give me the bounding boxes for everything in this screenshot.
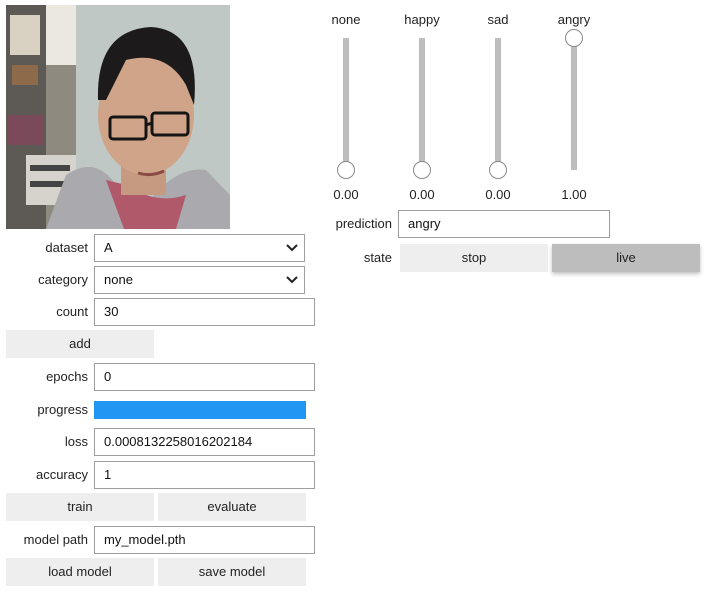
slider-angry-value: 1.00 xyxy=(561,187,587,202)
accuracy-label: accuracy xyxy=(35,467,88,482)
slider-none-thumb[interactable] xyxy=(337,161,355,179)
loss-label: loss xyxy=(64,434,88,449)
slider-sad-value: 0.00 xyxy=(485,187,511,202)
progress-bar xyxy=(94,401,306,419)
slider-happy-value: 0.00 xyxy=(409,187,435,202)
model-path-input[interactable]: my_model.pth xyxy=(94,526,315,554)
chevron-down-icon xyxy=(286,244,298,252)
slider-angry: angry 1.00 xyxy=(544,10,604,210)
accuracy-value: 1 xyxy=(104,467,112,482)
chevron-down-icon xyxy=(286,276,298,284)
load-model-button[interactable]: load model xyxy=(6,558,154,586)
state-label: state xyxy=(363,250,392,265)
slider-sad-label: sad xyxy=(487,12,509,27)
progress-label: progress xyxy=(37,402,88,417)
slider-happy-label: happy xyxy=(404,12,440,27)
dataset-row: dataset A xyxy=(6,234,306,262)
prediction-input[interactable]: angry xyxy=(398,210,610,238)
category-value: none xyxy=(104,272,133,287)
save-model-button[interactable]: save model xyxy=(158,558,306,586)
slider-happy-track[interactable] xyxy=(419,38,425,170)
slider-none-label: none xyxy=(331,12,361,27)
count-label: count xyxy=(56,304,88,319)
loss-value: 0.0008132258016202184 xyxy=(104,434,253,449)
progress-row: progress xyxy=(6,396,306,424)
camera-image xyxy=(6,5,230,229)
count-row: count 30 xyxy=(6,298,315,326)
slider-angry-thumb[interactable] xyxy=(565,29,583,47)
model-path-label: model path xyxy=(23,532,88,547)
count-input[interactable]: 30 xyxy=(94,298,315,326)
train-button[interactable]: train xyxy=(6,493,154,521)
loss-row: loss 0.0008132258016202184 xyxy=(6,428,315,456)
category-row: category none xyxy=(6,266,306,294)
category-label: category xyxy=(38,272,88,287)
state-stop-button[interactable]: stop xyxy=(400,244,548,272)
slider-sad-thumb[interactable] xyxy=(489,161,507,179)
prediction-label: prediction xyxy=(335,216,392,231)
state-live-button[interactable]: live xyxy=(552,244,700,272)
slider-angry-track[interactable] xyxy=(571,38,577,170)
slider-none-track[interactable] xyxy=(343,38,349,170)
loss-input[interactable]: 0.0008132258016202184 xyxy=(94,428,315,456)
app-root: dataset A category none count 30 add epo… xyxy=(0,0,710,596)
progress-fill xyxy=(94,401,306,419)
slider-none: none 0.00 xyxy=(316,10,376,210)
epochs-input[interactable]: 0 xyxy=(94,363,315,391)
prediction-value: angry xyxy=(408,216,441,231)
epochs-label: epochs xyxy=(46,369,88,384)
add-button[interactable]: add xyxy=(6,330,154,358)
slider-sad: sad 0.00 xyxy=(468,10,528,210)
slider-happy-thumb[interactable] xyxy=(413,161,431,179)
epochs-value: 0 xyxy=(104,369,112,384)
prediction-row: prediction angry xyxy=(310,210,620,238)
count-value: 30 xyxy=(104,304,119,319)
evaluate-button[interactable]: evaluate xyxy=(158,493,306,521)
accuracy-input[interactable]: 1 xyxy=(94,461,315,489)
dataset-select[interactable]: A xyxy=(94,234,305,262)
accuracy-row: accuracy 1 xyxy=(6,461,315,489)
slider-none-value: 0.00 xyxy=(333,187,359,202)
model-path-row: model path my_model.pth xyxy=(6,526,315,554)
slider-angry-label: angry xyxy=(557,12,591,27)
epochs-row: epochs 0 xyxy=(6,363,315,391)
slider-happy: happy 0.00 xyxy=(392,10,452,210)
model-path-value: my_model.pth xyxy=(104,532,186,547)
dataset-value: A xyxy=(104,240,113,255)
category-select[interactable]: none xyxy=(94,266,305,294)
slider-sad-track[interactable] xyxy=(495,38,501,170)
dataset-label: dataset xyxy=(45,240,88,255)
